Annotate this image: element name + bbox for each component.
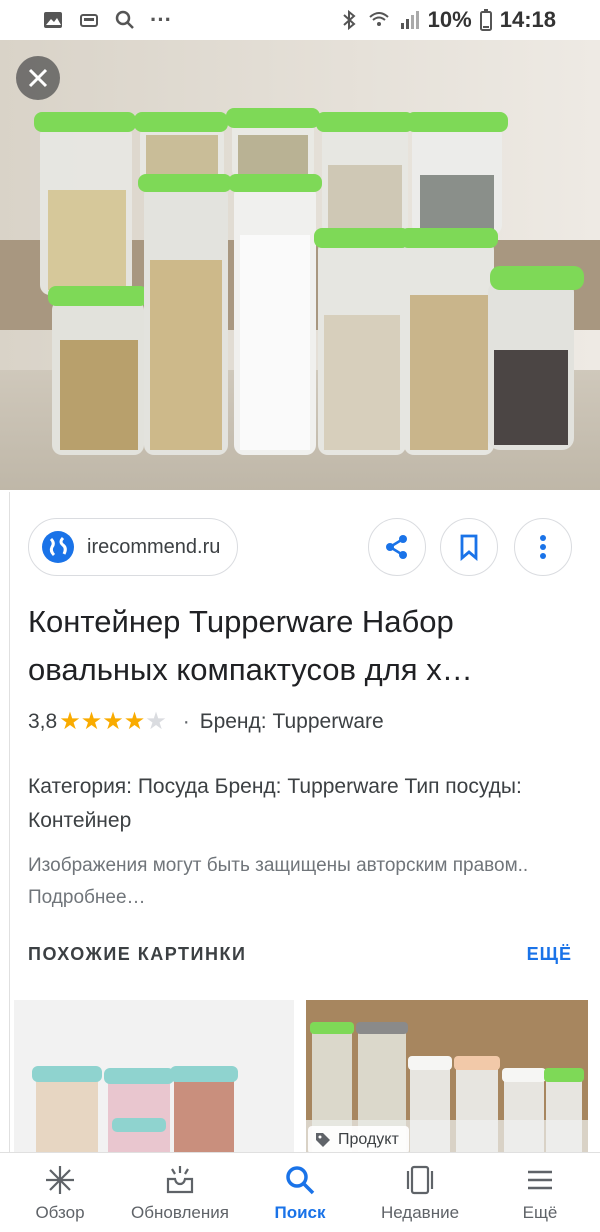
star-icon: ★ (80, 708, 103, 735)
status-bar: ··· 10% 14:18 (0, 0, 600, 40)
signal-icon (400, 11, 419, 29)
share-button[interactable] (368, 518, 426, 576)
product-badge-label: Продукт (338, 1131, 399, 1148)
thumbnail-image (14, 1000, 294, 1160)
nav-search[interactable]: Поиск (240, 1163, 360, 1223)
sparkle-icon (46, 1165, 74, 1194)
nav-label: Обновления (131, 1202, 229, 1222)
nav-label: Поиск (274, 1202, 326, 1222)
bluetooth-icon (343, 9, 356, 31)
more-notifications-icon: ··· (150, 7, 172, 32)
voicemail-icon (80, 14, 98, 27)
globe-icon (42, 531, 74, 563)
share-icon (386, 535, 407, 559)
clock: 14:18 (499, 7, 556, 32)
similar-more-link[interactable]: ЕЩЁ (527, 944, 572, 965)
source-domain: irecommend.ru (87, 535, 221, 558)
hero-image[interactable] (0, 40, 600, 490)
nav-label: Ещё (522, 1202, 558, 1222)
containers-photo (0, 40, 600, 490)
separator: · (182, 710, 190, 733)
star-icon: ★ (59, 708, 81, 735)
bottom-navigation: Обзор Обновления Поиск Недавние Ещё (0, 1152, 600, 1232)
result-title[interactable]: Контейнер Tupperware Набор овальных комп… (28, 598, 568, 694)
panel-edge (0, 492, 10, 1152)
nav-recent[interactable]: Недавние (360, 1163, 480, 1223)
more-vert-icon (540, 535, 546, 559)
inbox-updates-icon (166, 1165, 194, 1193)
more-options-button[interactable] (514, 518, 572, 576)
nav-label: Обзор (35, 1202, 85, 1222)
rating-row: 3,8 ★ ★ ★ ★ ★ · Бренд: Tupperware (28, 710, 384, 734)
search-icon (115, 10, 134, 29)
source-link[interactable]: irecommend.ru (28, 518, 238, 576)
result-description: Категория: Посуда Бренд: Tupperware Тип … (28, 775, 522, 832)
nav-more[interactable]: Ещё (480, 1163, 600, 1223)
copyright-notice[interactable]: Изображения могут быть защищены авторски… (28, 850, 568, 914)
nav-updates[interactable]: Обновления (120, 1163, 240, 1223)
bookmark-button[interactable] (440, 518, 498, 576)
product-badge: Продукт (308, 1126, 409, 1154)
similar-thumbnail[interactable] (14, 1000, 294, 1160)
battery-icon (479, 9, 492, 31)
search-icon (286, 1165, 315, 1194)
bookmark-icon (460, 534, 478, 561)
close-button[interactable] (16, 56, 60, 100)
menu-icon (528, 1170, 552, 1189)
wifi-icon (369, 12, 389, 26)
close-icon (28, 68, 48, 88)
tag-icon (316, 1133, 330, 1147)
similar-images-heading: ПОХОЖИЕ КАРТИНКИ (28, 944, 247, 964)
battery-percent: 10% (427, 7, 472, 32)
nav-label: Недавние (380, 1202, 460, 1222)
rating-value: 3,8 (28, 710, 58, 733)
star-icon: ★ (102, 708, 124, 735)
star-empty-icon: ★ (145, 708, 167, 735)
rating-stars: ★ ★ ★ ★ ★ (59, 710, 167, 734)
star-icon: ★ (123, 708, 146, 735)
brand-text: Бренд: Tupperware (199, 710, 384, 733)
gallery-icon (44, 12, 62, 28)
nav-discover[interactable]: Обзор (0, 1163, 120, 1223)
recent-cards-icon (406, 1165, 434, 1194)
